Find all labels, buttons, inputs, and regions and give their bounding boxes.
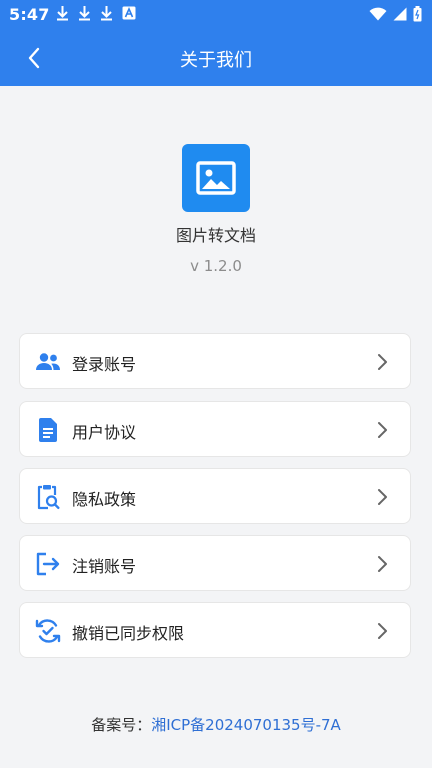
document-icon [35, 417, 61, 443]
menu-item-login-account[interactable]: 登录账号 [19, 333, 411, 389]
menu-item-revoke-sync-permission[interactable]: 撤销已同步权限 [19, 602, 411, 658]
download-icon [79, 6, 90, 21]
page-title: 关于我们 [180, 50, 252, 71]
battery-icon [413, 6, 422, 22]
sync-check-icon [35, 618, 61, 644]
app-logo [182, 144, 250, 212]
menu-item-user-agreement[interactable]: 用户协议 [19, 401, 411, 457]
system-icons [369, 6, 422, 22]
download-icon [101, 6, 112, 21]
users-icon [35, 349, 61, 375]
chevron-right-icon [378, 489, 387, 505]
menu-item-label: 撤销已同步权限 [72, 624, 185, 643]
status-time: 5:47 [9, 5, 50, 24]
menu-item-label: 隐私政策 [72, 490, 137, 509]
menu-item-cancel-account[interactable]: 注销账号 [19, 535, 411, 591]
image-icon [196, 161, 236, 195]
icp-link[interactable]: 湘ICP备2024070135号-7A [151, 716, 341, 734]
logout-icon [35, 551, 61, 577]
a-icon [122, 6, 136, 20]
menu-item-label: 登录账号 [72, 355, 137, 374]
chevron-right-icon [378, 354, 387, 370]
menu-item-privacy-policy[interactable]: 隐私政策 [19, 468, 411, 524]
header-bar: 关于我们 [0, 30, 432, 86]
chevron-right-icon [378, 422, 387, 438]
status-bar: 5:47 [0, 0, 432, 30]
clipboard-search-icon [35, 484, 61, 510]
menu-item-label: 用户协议 [72, 423, 137, 442]
icp-label: 备案号： [91, 716, 152, 734]
icp-footer: 备案号：湘ICP备2024070135号-7A [0, 714, 432, 735]
notification-icons [56, 5, 136, 21]
chevron-right-icon [378, 556, 387, 572]
app-version: v 1.2.0 [190, 257, 242, 275]
app-name: 图片转文档 [175, 226, 256, 245]
chevron-right-icon [378, 623, 387, 639]
wifi-icon [369, 7, 387, 21]
signal-icon [393, 7, 407, 21]
download-icon [57, 6, 68, 21]
menu-item-label: 注销账号 [72, 557, 137, 576]
